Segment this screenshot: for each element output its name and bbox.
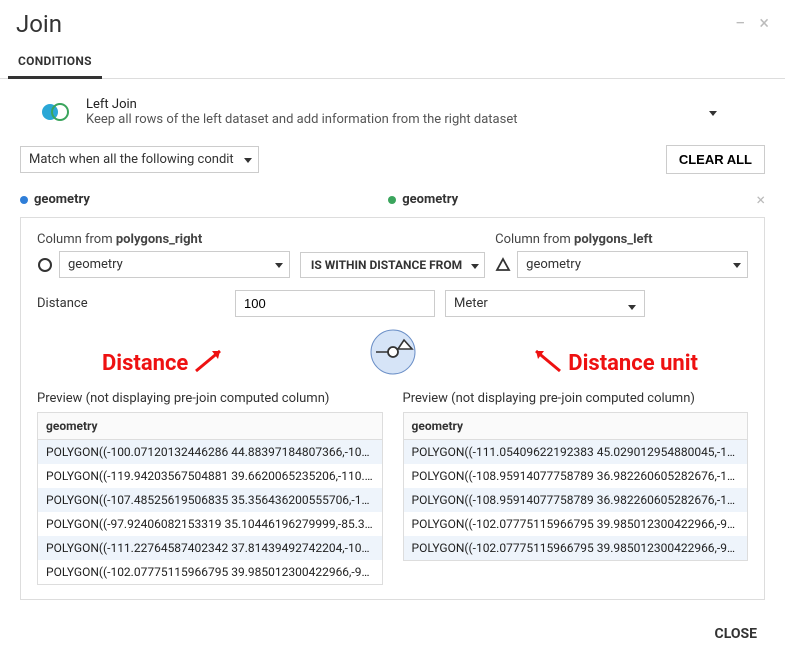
title-bar: Join − ×	[0, 0, 785, 46]
right-column-select[interactable]: geometry	[517, 251, 748, 278]
dot-icon	[20, 196, 28, 204]
circle-icon	[37, 257, 53, 273]
table-row: POLYGON((-108.95914077758789 36.98226060…	[404, 488, 748, 512]
preview-header: geometry	[404, 413, 748, 440]
preview-left: Preview (not displaying pre-join compute…	[37, 391, 383, 585]
annotation-row: Distance Distance unit	[37, 327, 748, 377]
table-row: POLYGON((-119.94203567504881 39.66200652…	[38, 464, 382, 488]
dialog-title: Join	[16, 10, 721, 38]
table-row: POLYGON((-102.07775115966795 39.98501230…	[38, 560, 382, 584]
clear-all-button[interactable]: CLEAR ALL	[666, 145, 765, 174]
table-row: POLYGON((-102.07775115966795 39.98501230…	[404, 536, 748, 560]
close-button[interactable]: CLOSE	[715, 626, 757, 642]
match-mode-select[interactable]: Match when all the following condit	[20, 146, 259, 173]
table-row: POLYGON((-111.22764587402342 37.81439492…	[38, 536, 382, 560]
distance-label: Distance	[37, 296, 225, 311]
annotation-distance: Distance	[102, 345, 228, 381]
tabs: CONDITIONS	[0, 46, 785, 79]
right-column-group: Column from polygons_left geometry	[495, 232, 748, 278]
left-geometry-header: geometry	[20, 192, 388, 207]
triangle-icon	[495, 257, 511, 273]
preview-right: Preview (not displaying pre-join compute…	[403, 391, 749, 585]
condition-box: Column from polygons_right geometry IS W…	[20, 217, 765, 600]
distance-input[interactable]	[235, 290, 435, 317]
join-type-text: Left Join Keep all rows of the left data…	[86, 97, 517, 127]
arrow-icon	[528, 345, 564, 381]
chevron-down-icon	[471, 258, 479, 272]
table-row: POLYGON((-107.48525619506835 35.35643620…	[38, 488, 382, 512]
condition-row-columns: Column from polygons_right geometry IS W…	[37, 232, 748, 278]
preview-header: geometry	[38, 413, 382, 440]
spatial-operator-select[interactable]: IS WITHIN DISTANCE FROM	[300, 252, 485, 278]
close-icon[interactable]: ×	[759, 15, 769, 33]
left-column-group: Column from polygons_right geometry	[37, 232, 290, 278]
right-column-label: Column from polygons_left	[495, 232, 748, 247]
table-row: POLYGON((-102.07775115966795 39.98501230…	[404, 512, 748, 536]
annotation-unit: Distance unit	[528, 345, 698, 381]
right-geometry-header: geometry	[388, 192, 756, 207]
chevron-down-icon	[709, 105, 717, 120]
preview-right-table: geometry POLYGON((-111.05409622192383 45…	[403, 412, 749, 561]
table-row: POLYGON((-100.07120132446286 44.88397184…	[38, 440, 382, 464]
left-join-icon	[38, 102, 72, 122]
preview-caption: Preview (not displaying pre-join compute…	[37, 391, 383, 406]
left-column-select[interactable]: geometry	[59, 251, 290, 278]
distance-unit-select[interactable]: Meter	[445, 290, 645, 317]
table-row: POLYGON((-111.05409622192383 45.02901295…	[404, 440, 748, 464]
chevron-down-icon	[733, 257, 741, 272]
preview-caption: Preview (not displaying pre-join compute…	[403, 391, 749, 406]
remove-condition-icon[interactable]: ×	[756, 190, 765, 209]
preview-row: Preview (not displaying pre-join compute…	[37, 391, 748, 585]
left-column-label: Column from polygons_right	[37, 232, 290, 247]
chevron-down-icon	[275, 257, 283, 272]
chevron-down-icon	[628, 299, 636, 314]
join-type-selector[interactable]: Left Join Keep all rows of the left data…	[0, 79, 785, 141]
arrow-icon	[192, 345, 228, 381]
preview-left-table: geometry POLYGON((-100.07120132446286 44…	[37, 412, 383, 585]
dot-icon	[388, 196, 396, 204]
match-mode-label: Match when all the following condit	[29, 152, 234, 167]
minimize-icon[interactable]: −	[735, 15, 745, 33]
left-column-name: geometry	[34, 192, 90, 207]
join-type-title: Left Join	[86, 97, 517, 112]
controls-row: Match when all the following condit CLEA…	[0, 141, 785, 184]
table-row: POLYGON((-97.92406082153319 35.104461962…	[38, 512, 382, 536]
condition-header: geometry geometry ×	[0, 184, 785, 217]
tab-conditions[interactable]: CONDITIONS	[8, 46, 102, 79]
condition-row-distance: Distance Meter	[37, 290, 748, 317]
chevron-down-icon	[244, 152, 252, 167]
table-row: POLYGON((-108.95914077758789 36.98226060…	[404, 464, 748, 488]
within-distance-diagram-icon	[368, 327, 418, 377]
join-type-subtitle: Keep all rows of the left dataset and ad…	[86, 112, 517, 127]
right-column-name: geometry	[402, 192, 458, 207]
dialog-footer: CLOSE	[0, 610, 785, 654]
